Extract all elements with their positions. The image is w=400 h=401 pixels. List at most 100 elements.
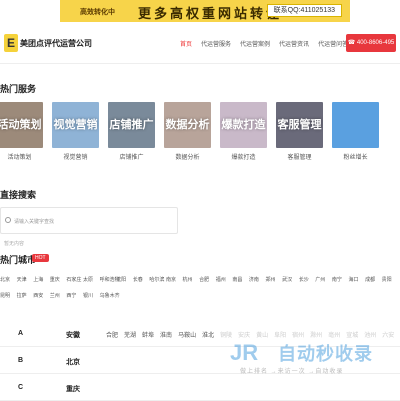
province-city-link[interactable]: 亳州 [328,330,340,339]
brand-name[interactable]: 美团点评代运营公司 [20,38,92,49]
service-card[interactable]: 数据分析 数据分析 [164,102,211,161]
city-link[interactable]: 长春 [133,276,148,283]
service-label[interactable]: 数据分析 [164,152,211,161]
hot-badge: HOT [32,254,49,262]
city-link[interactable]: 福州 [216,276,231,283]
row-letter: C [18,384,24,391]
city-link[interactable]: 杭州 [183,276,198,283]
service-image[interactable]: 客服管理 [276,102,323,148]
banner-contact: 联系QQ:411025133 [266,4,342,17]
city-link[interactable]: 银川 [83,292,98,299]
city-link[interactable]: 广州 [315,276,330,283]
city-link[interactable]: 南昌 [232,276,247,283]
city-link[interactable]: 北京 [0,276,15,283]
city-link[interactable]: 武汉 [282,276,297,283]
service-image[interactable]: 爆款打造 [220,102,267,148]
province-city-link[interactable]: 滁州 [310,330,322,339]
city-link[interactable]: 石家庄 [66,276,81,283]
top-ad-banner[interactable]: 高效转化中 更多高权重网站转让 联系QQ:411025133 [60,0,350,22]
city-link[interactable]: 海口 [348,276,363,283]
service-image[interactable] [332,102,379,148]
service-card[interactable]: 粉丝增长 [332,102,379,161]
province-city-link[interactable]: 黄山 [256,330,268,339]
city-link[interactable]: 太原 [83,276,98,283]
service-label[interactable]: 活动策划 [0,152,43,161]
service-label[interactable]: 店铺推广 [108,152,155,161]
service-image[interactable]: 活动策划 [0,102,43,148]
row-letter: B [18,357,24,364]
province-city-link[interactable]: 马鞍山 [178,330,196,339]
site-header: E 美团点评代运营公司 首页 代运营服务 代运营案例 代运营资讯 代运营问答 ☎… [0,24,400,64]
city-link[interactable]: 上海 [33,276,48,283]
service-image[interactable]: 数据分析 [164,102,211,148]
city-link[interactable]: 呼和浩特 [100,276,120,283]
nav-news[interactable]: 代运营资讯 [279,39,309,48]
province-city-link[interactable]: 合肥 [106,330,118,339]
province-name[interactable]: 安徽 [66,330,80,340]
city-link[interactable]: 拉萨 [17,292,32,299]
province-city-link[interactable]: 蚌埠 [142,330,154,339]
province-city-link[interactable]: 芜湖 [124,330,136,339]
search-icon [5,217,11,223]
city-link[interactable]: 合肥 [199,276,214,283]
service-card[interactable]: 店铺推广 店铺推广 [108,102,155,161]
city-link[interactable]: 沈阳 [116,276,131,283]
nav-qa[interactable]: 代运营问答 [318,39,348,48]
service-image[interactable]: 视觉营销 [52,102,99,148]
service-card[interactable]: 视觉营销 视觉营销 [52,102,99,161]
province-city-link[interactable]: 宿州 [292,330,304,339]
service-card[interactable]: 爆款打造 爆款打造 [220,102,267,161]
province-city-link[interactable]: 淮南 [160,330,172,339]
service-label[interactable]: 爆款打造 [220,152,267,161]
banner-left-text: 高效转化中 [80,9,115,16]
nav-home[interactable]: 首页 [180,39,192,48]
province-name[interactable]: 重庆 [66,384,80,394]
city-link[interactable]: 成都 [365,276,380,283]
service-label[interactable]: 视觉营销 [52,152,99,161]
province-city-link[interactable]: 铜陵 [220,330,232,339]
city-link[interactable]: 贵阳 [382,276,397,283]
city-link[interactable]: 西安 [33,292,48,299]
city-link[interactable]: 乌鲁木齐 [100,292,120,299]
cities-title: 热门城市 [0,255,37,265]
service-card[interactable]: 活动策划 活动策划 [0,102,43,161]
site-logo[interactable]: E [4,34,18,52]
row-letter: A [18,330,24,337]
province-city-link[interactable]: 安庆 [238,330,250,339]
watermark: JR 自动秒收录 做上排名 →来访一次 →自动收录 [230,340,400,380]
city-link[interactable]: 西宁 [66,292,81,299]
service-image-text: 数据分析 [165,119,210,131]
service-image-text: 客服管理 [277,119,322,131]
province-city-link[interactable]: 池州 [364,330,376,339]
nav-services[interactable]: 代运营服务 [201,39,231,48]
city-link[interactable]: 郑州 [266,276,281,283]
service-image-text: 爆款打造 [221,119,266,131]
service-card[interactable]: 客服管理 客服管理 [276,102,323,161]
city-link[interactable]: 重庆 [50,276,65,283]
city-link[interactable]: 长沙 [299,276,314,283]
city-link[interactable]: 南宁 [332,276,347,283]
city-link[interactable]: 济南 [249,276,264,283]
search-input[interactable]: 请输入关键字查找 [0,207,178,234]
search-empty-text: 暂无内容 [4,241,25,247]
province-city-link[interactable]: 阜阳 [274,330,286,339]
province-city-link[interactable]: 宣城 [346,330,358,339]
services-title: 热门服务 [0,84,37,94]
service-label[interactable]: 客服管理 [276,152,323,161]
search-title: 直接搜索 [0,190,37,200]
watermark-text: 自动秒收录 [278,344,373,364]
city-link[interactable]: 兰州 [50,292,65,299]
city-link[interactable]: 天津 [17,276,32,283]
province-city-link[interactable]: 六安 [382,330,394,339]
city-link[interactable]: 昆明 [0,292,15,299]
service-label[interactable]: 粉丝增长 [332,152,379,161]
city-list: 北京 天津 上海 重庆 石家庄 太原 呼和浩特 沈阳 长春 哈尔滨 南京 杭州 合肥 福州 南昌 济南 郑州 武汉… [0,276,400,299]
nav-cases[interactable]: 代运营案例 [240,39,270,48]
city-link[interactable]: 南京 [166,276,181,283]
city-link[interactable]: 哈尔滨 [149,276,164,283]
province-city-link[interactable]: 淮北 [202,330,214,339]
province-name[interactable]: 北京 [66,357,80,367]
main-nav: 首页 代运营服务 代运营案例 代运营资讯 代运营问答 [180,39,357,48]
service-image[interactable]: 店铺推广 [108,102,155,148]
phone-button[interactable]: ☎ 400-8606-495 [346,34,396,52]
